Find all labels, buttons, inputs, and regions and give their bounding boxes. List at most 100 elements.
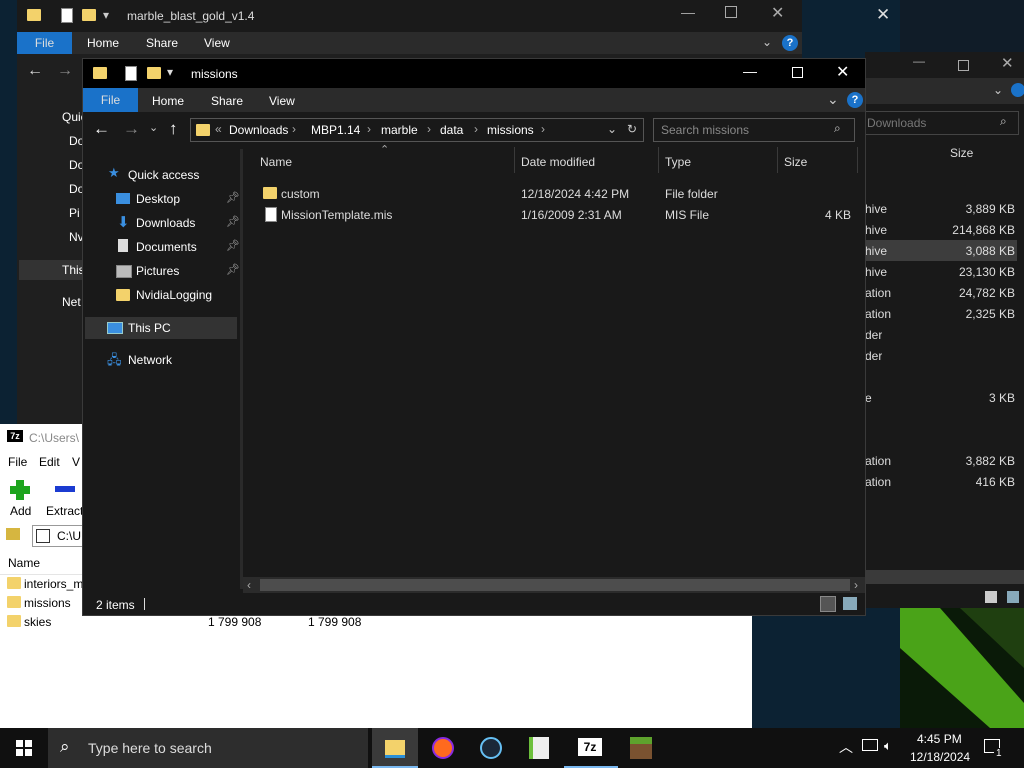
maximize-icon[interactable]: [958, 60, 969, 71]
ribbon-file-tab[interactable]: File: [83, 88, 138, 112]
chevron-down-icon[interactable]: ⌄: [762, 35, 772, 49]
close-icon[interactable]: ✕: [1001, 54, 1014, 72]
column-header-type[interactable]: Type: [659, 147, 778, 173]
nav-pictures[interactable]: Pictures: [136, 264, 179, 278]
horizontal-scrollbar[interactable]: ‹ ›: [243, 577, 865, 593]
bg-ribbon-file[interactable]: File: [17, 32, 72, 54]
recent-locations-icon[interactable]: ⌄: [149, 121, 158, 134]
pin-icon[interactable]: 📌︎: [226, 263, 240, 276]
list-item[interactable]: ation 24,782 KB: [865, 282, 1017, 303]
nav-this-pc[interactable]: This PC: [128, 321, 171, 335]
taskbar-date[interactable]: 12/18/2024: [910, 750, 970, 764]
taskbar-minecraft[interactable]: [618, 728, 664, 768]
properties-icon[interactable]: [125, 66, 137, 81]
scroll-right-icon[interactable]: ›: [854, 578, 858, 592]
list-item[interactable]: ation 2,325 KB: [865, 303, 1017, 324]
sevenzip-name-header[interactable]: Name: [8, 556, 40, 570]
sevenzip-add-button[interactable]: Add: [6, 478, 38, 518]
show-hidden-icons-icon[interactable]: ︿: [839, 737, 853, 757]
breadcrumb-marble[interactable]: marble: [381, 123, 418, 137]
nav-nvidialogging[interactable]: NvidiaLogging: [136, 288, 212, 302]
network-status-icon[interactable]: [862, 739, 878, 751]
bg-nav-item[interactable]: Pi: [69, 206, 80, 220]
right-hscroll[interactable]: [865, 570, 1024, 584]
refresh-icon[interactable]: ↻: [627, 122, 637, 136]
nav-downloads[interactable]: Downloads: [136, 216, 195, 230]
list-item[interactable]: [865, 408, 1017, 429]
volume-muted-icon[interactable]: 🔈︎: [884, 738, 892, 754]
taskbar-time[interactable]: 4:45 PM: [917, 732, 962, 746]
bg-ribbon-view[interactable]: View: [204, 36, 230, 50]
large-icons-view-icon[interactable]: [843, 597, 857, 610]
ribbon-view-tab[interactable]: View: [269, 94, 295, 108]
bg-ribbon-home[interactable]: Home: [87, 36, 119, 50]
close-icon[interactable]: ✕: [876, 5, 890, 25]
address-bar[interactable]: « Downloads › MBP1.14 › marble › data › …: [190, 118, 644, 142]
chevron-down-icon[interactable]: ⌄: [993, 83, 1003, 97]
breadcrumb-downloads[interactable]: Downloads: [229, 123, 288, 137]
breadcrumb-mbp[interactable]: MBP1.14: [311, 123, 360, 137]
column-header-size[interactable]: Size: [778, 147, 858, 173]
list-item[interactable]: ation 3,882 KB: [865, 450, 1017, 471]
right-size-header[interactable]: Size: [950, 146, 973, 160]
breadcrumb-data[interactable]: data: [440, 123, 463, 137]
taskbar-notepadpp[interactable]: [516, 728, 562, 768]
taskbar-7zip[interactable]: 7z: [564, 728, 618, 768]
pin-icon[interactable]: 📌︎: [226, 215, 240, 228]
scroll-thumb[interactable]: [260, 579, 850, 591]
details-view-icon[interactable]: [820, 596, 836, 612]
breadcrumb-missions[interactable]: missions: [487, 123, 534, 137]
close-icon[interactable]: ✕: [771, 3, 784, 23]
maximize-icon[interactable]: [725, 6, 737, 18]
sevenzip-extract-button[interactable]: Extract: [44, 478, 83, 518]
maximize-icon[interactable]: [792, 67, 803, 78]
list-item[interactable]: hive 3,088 KB: [865, 240, 1017, 261]
file-row[interactable]: MissionTemplate.mis 1/16/2009 2:31 AM MIS …: [243, 204, 857, 225]
bg-nav-network[interactable]: Net: [62, 295, 81, 309]
chevron-down-icon[interactable]: ⌄: [827, 91, 839, 108]
ribbon-share-tab[interactable]: Share: [211, 94, 243, 108]
start-button[interactable]: [0, 728, 48, 768]
back-arrow-icon[interactable]: ←: [93, 119, 110, 139]
action-center-button[interactable]: 1: [978, 728, 1018, 768]
sevenzip-menu-file[interactable]: File: [8, 455, 27, 469]
sevenzip-menu-edit[interactable]: Edit: [39, 455, 60, 469]
list-item[interactable]: hive 3,889 KB: [865, 198, 1017, 219]
back-arrow-icon[interactable]: ←: [27, 62, 43, 80]
list-item[interactable]: der: [865, 324, 1017, 345]
help-icon[interactable]: [1011, 83, 1024, 97]
taskbar-firefox[interactable]: [420, 728, 466, 768]
nav-quick-access[interactable]: Quick access: [128, 168, 199, 182]
column-header-name[interactable]: Name: [243, 147, 515, 173]
details-view-icon[interactable]: [985, 591, 997, 603]
taskbar-search-box[interactable]: ⌕ Type here to search: [48, 728, 368, 768]
qat-dropdown-icon[interactable]: ▾: [103, 8, 109, 22]
pin-icon[interactable]: 📌︎: [226, 191, 240, 204]
large-icons-view-icon[interactable]: [1007, 591, 1019, 603]
new-folder-icon[interactable]: [147, 67, 161, 79]
forward-arrow-icon[interactable]: →: [123, 119, 140, 139]
file-row[interactable]: custom 12/18/2024 4:42 PM File folder: [243, 183, 857, 204]
minimize-icon[interactable]: —: [743, 63, 757, 79]
column-header-date[interactable]: Date modified: [515, 147, 659, 173]
scroll-left-icon[interactable]: ‹: [247, 578, 251, 592]
ribbon-home-tab[interactable]: Home: [152, 94, 184, 108]
list-item[interactable]: [865, 366, 1017, 387]
minimize-icon[interactable]: —: [681, 4, 695, 20]
up-folder-icon[interactable]: [6, 528, 20, 540]
minimize-icon[interactable]: —: [913, 54, 925, 68]
forward-arrow-icon[interactable]: →: [57, 62, 73, 80]
sevenzip-menu-view[interactable]: V: [72, 455, 80, 469]
list-item[interactable]: der: [865, 345, 1017, 366]
nav-network[interactable]: Network: [128, 353, 172, 367]
taskbar-steam[interactable]: [468, 728, 514, 768]
list-item[interactable]: e 3 KB: [865, 387, 1017, 408]
bg-ribbon-share[interactable]: Share: [146, 36, 178, 50]
list-item[interactable]: ation 416 KB: [865, 471, 1017, 492]
address-dropdown-icon[interactable]: ⌄: [607, 122, 617, 136]
close-icon[interactable]: ✕: [836, 62, 849, 82]
breadcrumb-overflow-icon[interactable]: «: [215, 122, 222, 136]
help-icon[interactable]: ?: [847, 92, 863, 108]
list-item[interactable]: [865, 429, 1017, 450]
up-arrow-icon[interactable]: ↑: [169, 119, 178, 139]
